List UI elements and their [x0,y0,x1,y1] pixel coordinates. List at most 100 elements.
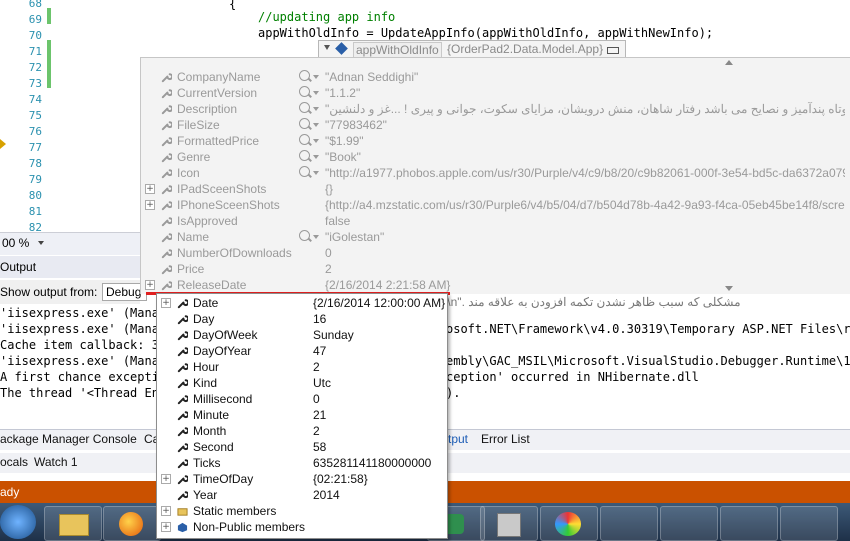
explorer-taskbar-icon[interactable] [44,506,102,541]
magnifier-icon[interactable] [299,70,310,81]
chevron-down-icon[interactable] [38,241,44,245]
tab-watch-1[interactable]: Watch 1 [34,455,78,469]
datatip-row[interactable]: FileSize "77983462" [141,117,850,133]
firefox-taskbar-icon[interactable] [103,506,161,541]
expand-icon[interactable]: + [161,474,171,484]
tools-taskbar-icon[interactable] [480,506,538,541]
releasedate-row[interactable]: + TimeOfDay {02:21:58} [157,471,447,487]
expand-icon[interactable]: + [145,280,155,290]
releasedate-row[interactable]: Ticks 635281141180000000 [157,455,447,471]
property-value[interactable]: 58 [313,439,326,455]
chevron-down-icon[interactable] [313,155,319,159]
magnifier-icon[interactable] [299,134,310,145]
collapse-icon[interactable] [324,45,330,50]
property-value[interactable]: {2/16/2014 12:00:00 AM} [313,295,445,311]
property-value[interactable]: "77983462" [325,117,845,133]
datatip-row[interactable]: CurrentVersion "1.1.2" [141,85,850,101]
property-name: Description [177,102,238,116]
magnifier-icon[interactable] [299,166,310,177]
datatip-row[interactable]: NumberOfDownloads 0 [141,245,850,261]
releasedate-row[interactable]: Month 2 [157,423,447,439]
datatip-variable-type: {OrderPad2.Data.Model.App} [447,42,604,56]
property-value[interactable]: 21 [313,407,326,423]
expand-icon[interactable]: + [161,522,171,532]
property-value[interactable]: 16 [313,311,326,327]
releasedate-row[interactable]: + Date {2/16/2014 12:00:00 AM} [157,295,447,311]
scroll-up-icon[interactable] [725,60,733,65]
magnifier-icon[interactable] [299,150,310,161]
releasedate-row[interactable]: Millisecond 0 [157,391,447,407]
magnifier-icon[interactable] [299,86,310,97]
property-value[interactable]: 2 [325,261,845,277]
property-value[interactable]: "$1.99" [325,133,845,149]
magnifier-icon[interactable] [299,102,310,113]
magnifier-icon[interactable] [299,118,310,129]
expand-icon[interactable]: + [145,184,155,194]
property-value[interactable]: 2 [313,423,320,439]
releasedate-row[interactable]: DayOfYear 47 [157,343,447,359]
releasedate-row[interactable]: Kind Utc [157,375,447,391]
property-value[interactable]: 0 [313,391,320,407]
property-value[interactable]: Utc [313,375,331,391]
datatip-row[interactable]: CompanyName "Adnan Seddighi" [141,69,850,85]
releasedate-row[interactable]: Day 16 [157,311,447,327]
property-value[interactable]: "Book" [325,149,845,165]
property-value[interactable]: 635281141180000000 [313,455,431,471]
chevron-down-icon[interactable] [313,91,319,95]
property-value[interactable]: false [325,213,845,229]
datatip-row[interactable]: Icon "http://a1977.phobos.apple.com/us/r3… [141,165,850,181]
datatip-row[interactable]: Description "سخنان کوتاه پندآمیز و نصایح … [141,101,850,117]
zoom-level[interactable]: 00 % [2,236,29,250]
chevron-down-icon[interactable] [313,107,319,111]
releasedate-row[interactable]: Year 2014 [157,487,447,503]
property-value[interactable]: {02:21:58} [313,471,368,487]
pin-icon[interactable] [607,47,619,54]
tab-package-manager-console[interactable]: ackage Manager Console [0,432,137,446]
chevron-down-icon[interactable] [313,171,319,175]
releasedate-row[interactable]: DayOfWeek Sunday [157,327,447,343]
taskbar-button[interactable] [600,506,658,541]
property-value[interactable]: 47 [313,343,326,359]
property-value[interactable]: "iGolestan" [325,229,845,245]
expand-icon[interactable]: + [145,200,155,210]
property-value[interactable]: {} [325,181,845,197]
tab-output[interactable]: tput [448,432,468,446]
property-value[interactable]: 2014 [313,487,340,503]
taskbar-button[interactable] [780,506,838,541]
taskbar-button[interactable] [720,506,778,541]
property-value[interactable]: "Adnan Seddighi" [325,69,845,85]
property-value[interactable]: "http://a1977.phobos.apple.com/us/r30/Pu… [325,165,845,181]
paint-taskbar-icon[interactable] [540,506,598,541]
expand-icon[interactable]: + [161,298,171,308]
datatip-row[interactable]: Price 2 [141,261,850,277]
start-button[interactable] [0,505,36,539]
magnifier-icon[interactable] [299,230,310,241]
chevron-down-icon[interactable] [313,123,319,127]
property-value[interactable]: {2/16/2014 2:21:58 AM} [325,277,845,293]
datatip-row[interactable]: Name "iGolestan" [141,229,850,245]
releasedate-row[interactable]: Minute 21 [157,407,447,423]
releasedate-row[interactable]: Second 58 [157,439,447,455]
tab-error-list[interactable]: Error List [481,432,530,446]
datatip-row[interactable]: + IPadSceenShots {} [141,181,850,197]
chevron-down-icon[interactable] [313,235,319,239]
chevron-down-icon[interactable] [313,139,319,143]
datatip-row[interactable]: FormattedPrice "$1.99" [141,133,850,149]
property-value[interactable]: Sunday [313,327,354,343]
expand-icon[interactable]: + [161,506,171,516]
releasedate-row[interactable]: Hour 2 [157,359,447,375]
datatip-row[interactable]: + ReleaseDate {2/16/2014 2:21:58 AM} [141,277,850,293]
releasedate-row[interactable]: + Static members [157,503,447,519]
property-value[interactable]: "سخنان کوتاه پندآمیز و نصایح می باشد رفت… [325,101,845,117]
tab-locals[interactable]: ocals [0,455,28,469]
property-value[interactable]: "1.1.2" [325,85,845,101]
taskbar-button[interactable] [660,506,718,541]
property-value[interactable]: {http://a4.mzstatic.com/us/r30/Purple6/v… [325,197,845,213]
datatip-row[interactable]: IsApproved false [141,213,850,229]
chevron-down-icon[interactable] [313,75,319,79]
releasedate-row[interactable]: + Non-Public members [157,519,447,535]
property-value[interactable]: 2 [313,359,320,375]
datatip-row[interactable]: + IPhoneSceenShots {http://a4.mzstatic.com… [141,197,850,213]
datatip-row[interactable]: Genre "Book" [141,149,850,165]
property-value[interactable]: 0 [325,245,845,261]
